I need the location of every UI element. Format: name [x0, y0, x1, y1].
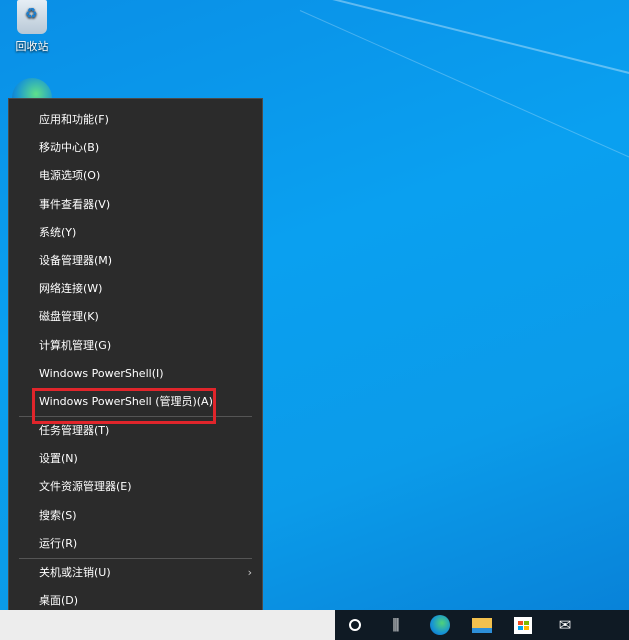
menu-item-search[interactable]: 搜索(S) — [9, 502, 262, 530]
winx-context-menu: 应用和功能(F) 移动中心(B) 电源选项(O) 事件查看器(V) 系统(Y) … — [8, 98, 263, 630]
menu-item-shutdown[interactable]: 关机或注销(U) › — [9, 559, 262, 587]
highlight-box — [32, 388, 216, 424]
menu-item-disk-management[interactable]: 磁盘管理(K) — [9, 303, 262, 331]
mail-icon[interactable]: ✉ — [545, 610, 585, 640]
wallpaper-light-beam — [299, 10, 629, 215]
file-explorer-icon[interactable] — [462, 610, 502, 640]
menu-item-mobility-center[interactable]: 移动中心(B) — [9, 134, 262, 162]
menu-item-network-connections[interactable]: 网络连接(W) — [9, 275, 262, 303]
menu-item-power-options[interactable]: 电源选项(O) — [9, 162, 262, 190]
cortana-icon[interactable] — [335, 610, 375, 640]
menu-item-powershell[interactable]: Windows PowerShell(I) — [9, 360, 262, 388]
recycle-bin-icon — [17, 0, 47, 34]
menu-item-system[interactable]: 系统(Y) — [9, 219, 262, 247]
task-view-icon[interactable]: ⫼ — [376, 610, 416, 640]
chevron-right-icon: › — [247, 566, 252, 579]
menu-item-apps-features[interactable]: 应用和功能(F) — [9, 106, 262, 134]
menu-item-label: 关机或注销(U) — [39, 566, 111, 579]
menu-item-event-viewer[interactable]: 事件查看器(V) — [9, 191, 262, 219]
recycle-bin-label: 回收站 — [15, 40, 49, 53]
taskbar-search-box[interactable] — [0, 610, 335, 640]
menu-item-computer-management[interactable]: 计算机管理(G) — [9, 332, 262, 360]
menu-item-device-manager[interactable]: 设备管理器(M) — [9, 247, 262, 275]
recycle-bin[interactable]: 回收站 — [8, 0, 56, 54]
store-icon[interactable] — [503, 610, 543, 640]
edge-icon[interactable] — [420, 610, 460, 640]
menu-item-run[interactable]: 运行(R) — [9, 530, 262, 558]
menu-item-file-explorer[interactable]: 文件资源管理器(E) — [9, 473, 262, 501]
menu-item-settings[interactable]: 设置(N) — [9, 445, 262, 473]
taskbar: ⫼ ✉ — [0, 610, 629, 640]
